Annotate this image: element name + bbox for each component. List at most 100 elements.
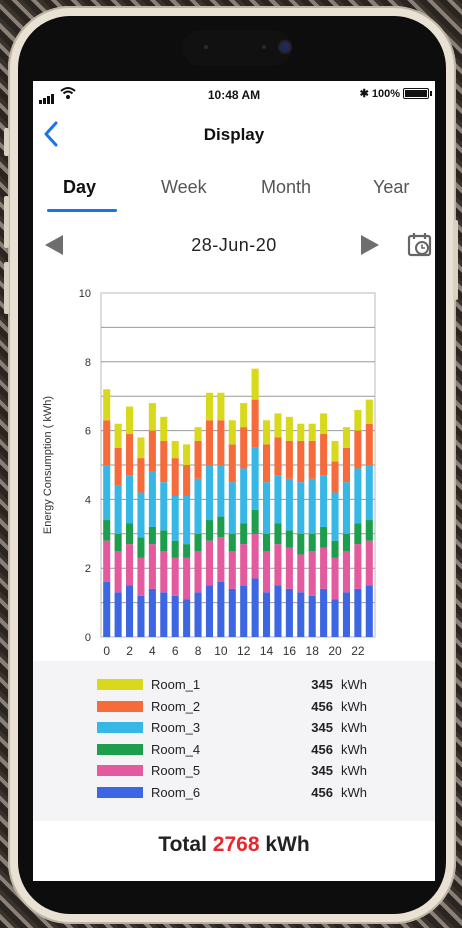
legend-item: Room_4 456 kWh <box>93 740 383 760</box>
bar-segment <box>148 471 156 527</box>
bar-segment <box>126 475 134 524</box>
nav-bar: Display <box>33 111 435 155</box>
page-title: Display <box>203 125 265 144</box>
legend-label: Room_1 <box>151 677 201 692</box>
bluetooth-battery: ✱ 100% <box>359 87 432 100</box>
bar-segment <box>297 533 305 555</box>
bar-segment <box>320 588 328 637</box>
speaker-dot <box>262 45 266 49</box>
battery-fill <box>405 90 427 97</box>
bluetooth-icon: ✱ <box>359 88 369 100</box>
legend-label: Room_2 <box>151 698 201 714</box>
y-tick-label: 2 <box>85 563 91 575</box>
power-button <box>453 220 458 300</box>
bar-segment <box>240 403 248 428</box>
bar-segment <box>228 588 236 637</box>
battery-icon <box>403 88 432 99</box>
x-tick-label: 4 <box>149 644 156 658</box>
legend-value: 345 <box>311 720 333 735</box>
triangle-right-icon[interactable] <box>361 235 379 255</box>
bar-segment <box>126 523 134 545</box>
bar-segment <box>331 557 339 600</box>
bar-segment <box>205 585 213 637</box>
bar-segment <box>103 465 111 521</box>
legend-item: Room_3 345 kWh <box>93 718 383 738</box>
legend-swatch <box>97 765 143 776</box>
legend-value: 345 <box>311 763 333 778</box>
tab-year[interactable]: Year <box>373 177 409 198</box>
bar-segment <box>320 526 328 548</box>
bar-segment <box>194 551 202 593</box>
volume-down-button <box>4 262 9 314</box>
bar-segment <box>194 478 202 534</box>
legend-label: Room_6 <box>151 784 201 800</box>
bar-segment <box>240 468 248 524</box>
bar-segment <box>331 461 339 493</box>
bar-segment <box>217 516 225 538</box>
bar-segment <box>194 427 202 441</box>
tab-month[interactable]: Month <box>261 177 311 198</box>
y-axis-label: Energy Consumption ( kWh) <box>42 396 54 534</box>
bar-segment <box>160 592 168 637</box>
bar-segment <box>126 544 134 586</box>
bar-segment <box>354 409 362 431</box>
bar-segment <box>171 557 179 596</box>
bar-segment <box>263 420 271 445</box>
legend-value: 345 <box>311 677 333 692</box>
legend-swatch <box>97 743 143 755</box>
bar-segment <box>205 540 213 586</box>
bar-segment <box>103 420 111 465</box>
bar-segment <box>137 595 145 637</box>
bar-segment <box>103 540 111 582</box>
notch <box>182 30 292 66</box>
legend-item: Room_2 456 kWh <box>93 697 383 717</box>
y-tick-label: 4 <box>85 494 91 506</box>
bar-segment <box>137 557 145 596</box>
bar-segment <box>240 585 248 637</box>
bar-segment <box>183 557 191 600</box>
x-tick-label: 2 <box>126 644 133 658</box>
bar-segment <box>126 434 134 476</box>
bar-segment <box>103 520 111 541</box>
legend-label: Room_3 <box>151 720 201 735</box>
bar-segment <box>240 427 248 469</box>
bar-segment <box>160 416 168 441</box>
x-tick-label: 18 <box>306 644 320 658</box>
bar-segment <box>217 537 225 582</box>
bar-segment <box>297 482 305 534</box>
bar-segment <box>354 430 362 469</box>
bar-segment <box>365 520 373 541</box>
legend-unit: kWh <box>341 698 367 714</box>
bar-segment <box>205 465 213 521</box>
y-tick-label: 8 <box>85 357 91 369</box>
bar-segment <box>320 413 328 435</box>
bar-segment <box>114 485 122 534</box>
legend-item: Room_6 456 kWh <box>93 783 383 803</box>
y-tick-label: 0 <box>85 632 91 644</box>
bar-segment <box>114 592 122 637</box>
bar-segment <box>114 533 122 551</box>
app-screen: 10:48 AM ✱ 100% Display Day Week Month Y… <box>33 81 435 881</box>
bar-segment <box>285 478 293 531</box>
bar-segment <box>308 595 316 637</box>
bar-segment <box>342 533 350 551</box>
bar-segment <box>251 399 259 448</box>
total-unit: kWh <box>265 833 310 856</box>
bar-segment <box>240 523 248 545</box>
y-tick-label: 10 <box>79 288 91 300</box>
legend-value: 456 <box>311 784 333 800</box>
legend-item: Room_1 345 kWh <box>93 675 383 695</box>
tab-week[interactable]: Week <box>161 177 207 198</box>
bar-segment <box>251 447 259 510</box>
bar-segment <box>285 530 293 548</box>
bar-segment <box>228 533 236 551</box>
calendar-clock-icon[interactable] <box>407 232 433 258</box>
bar-segment <box>331 599 339 637</box>
tab-day[interactable]: Day <box>63 177 96 198</box>
bar-segment <box>365 465 373 521</box>
bar-segment <box>354 523 362 545</box>
bar-segment <box>263 444 271 483</box>
bar-segment <box>297 440 305 483</box>
bar-segment <box>183 544 191 558</box>
bar-segment <box>342 427 350 448</box>
